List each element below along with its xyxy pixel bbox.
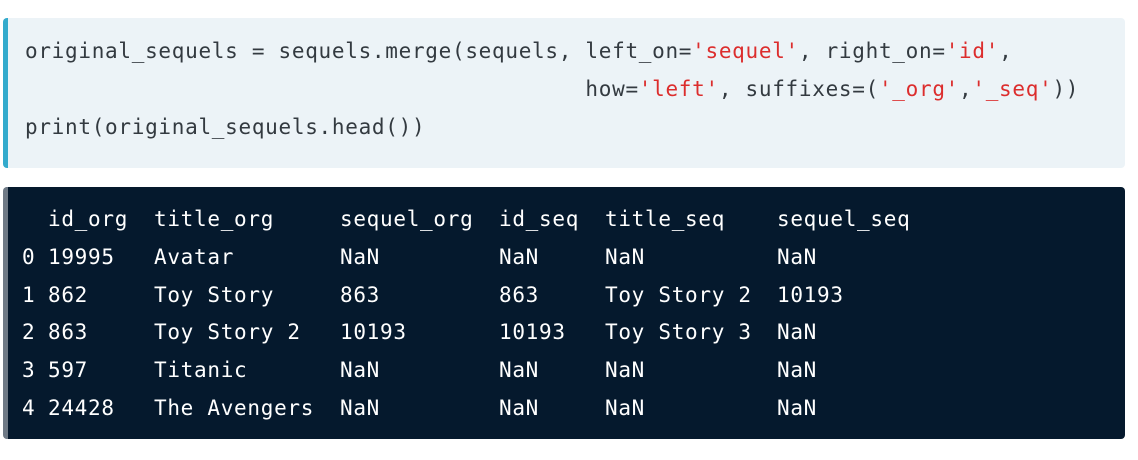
row-index: 0 <box>22 245 36 269</box>
cell-title-seq: Toy Story 3 <box>605 320 752 344</box>
code-string: 'sequel' <box>692 39 799 63</box>
cell-sequel-org: NaN <box>340 358 381 382</box>
code-text: , right_on= <box>798 39 946 63</box>
cell-title-org: Toy Story <box>154 283 275 307</box>
column-header: id_seq <box>499 207 580 231</box>
code-block: original_sequels = sequels.merge(sequels… <box>3 18 1125 168</box>
cell-sequel-org: 863 <box>340 283 381 307</box>
cell-sequel-org: 10193 <box>340 320 407 344</box>
cell-title-seq: NaN <box>605 358 646 382</box>
column-header: id_org <box>48 207 129 231</box>
cell-title-org: Toy Story 2 <box>154 320 301 344</box>
cell-id-org: 863 <box>48 320 89 344</box>
code-line-2: how='left', suffixes=('_org','_seq')) <box>25 70 1079 108</box>
cell-id-org: 19995 <box>48 245 115 269</box>
code-string: '_org' <box>878 77 960 101</box>
cell-sequel-seq: NaN <box>777 245 818 269</box>
cell-title-seq: Toy Story 2 <box>605 283 752 307</box>
output-row: 3 597 Titanic NaN NaN NaN NaN <box>8 351 1125 389</box>
row-index: 2 <box>22 320 36 344</box>
code-text: , suffixes=( <box>718 77 879 101</box>
code-text: original_sequels = sequels.merge(sequels… <box>25 39 693 63</box>
cell-title-org: The Avengers <box>154 396 315 420</box>
cell-sequel-seq: NaN <box>777 396 818 420</box>
code-string: '_seq' <box>972 77 1053 101</box>
cell-sequel-seq: NaN <box>777 320 818 344</box>
cell-title-seq: NaN <box>605 245 646 269</box>
code-text: , <box>999 39 1013 63</box>
cell-id-org: 24428 <box>48 396 115 420</box>
output-row: 4 24428 The Avengers NaN NaN NaN NaN <box>8 389 1125 427</box>
code-text: )) <box>1052 77 1080 101</box>
cell-id-org: 597 <box>48 358 89 382</box>
column-header: sequel_seq <box>777 207 911 231</box>
code-line-1: original_sequels = sequels.merge(sequels… <box>25 32 1012 70</box>
row-index: 4 <box>22 396 36 420</box>
cell-sequel-org: NaN <box>340 396 381 420</box>
cell-id-seq: NaN <box>499 245 540 269</box>
code-string: 'id' <box>945 39 1000 63</box>
cell-id-seq: NaN <box>499 358 540 382</box>
column-header: sequel_org <box>340 207 474 231</box>
cell-id-org: 862 <box>48 283 89 307</box>
code-text: how= <box>25 77 639 101</box>
cell-title-org: Titanic <box>154 358 248 382</box>
cell-title-seq: NaN <box>605 396 646 420</box>
row-index: 3 <box>22 358 36 382</box>
code-text: , <box>959 77 973 101</box>
output-header-row: id_org title_org sequel_org id_seq title… <box>8 200 1125 238</box>
cell-sequel-org: NaN <box>340 245 381 269</box>
cell-id-seq: 10193 <box>499 320 566 344</box>
column-header: title_org <box>154 207 275 231</box>
cell-id-seq: NaN <box>499 396 540 420</box>
output-row: 0 19995 Avatar NaN NaN NaN NaN <box>8 238 1125 276</box>
row-index: 1 <box>22 283 36 307</box>
cell-sequel-seq: NaN <box>777 358 818 382</box>
output-row: 1 862 Toy Story 863 863 Toy Story 2 1019… <box>8 276 1125 314</box>
code-line-3: print(original_sequels.head()) <box>25 115 426 139</box>
cell-title-org: Avatar <box>154 245 235 269</box>
cell-sequel-seq: 10193 <box>777 283 844 307</box>
output-row: 2 863 Toy Story 2 10193 10193 Toy Story … <box>8 313 1125 351</box>
output-block: id_org title_org sequel_org id_seq title… <box>3 187 1125 439</box>
column-header: title_seq <box>605 207 726 231</box>
cell-id-seq: 863 <box>499 283 540 307</box>
code-string: 'left' <box>638 77 719 101</box>
